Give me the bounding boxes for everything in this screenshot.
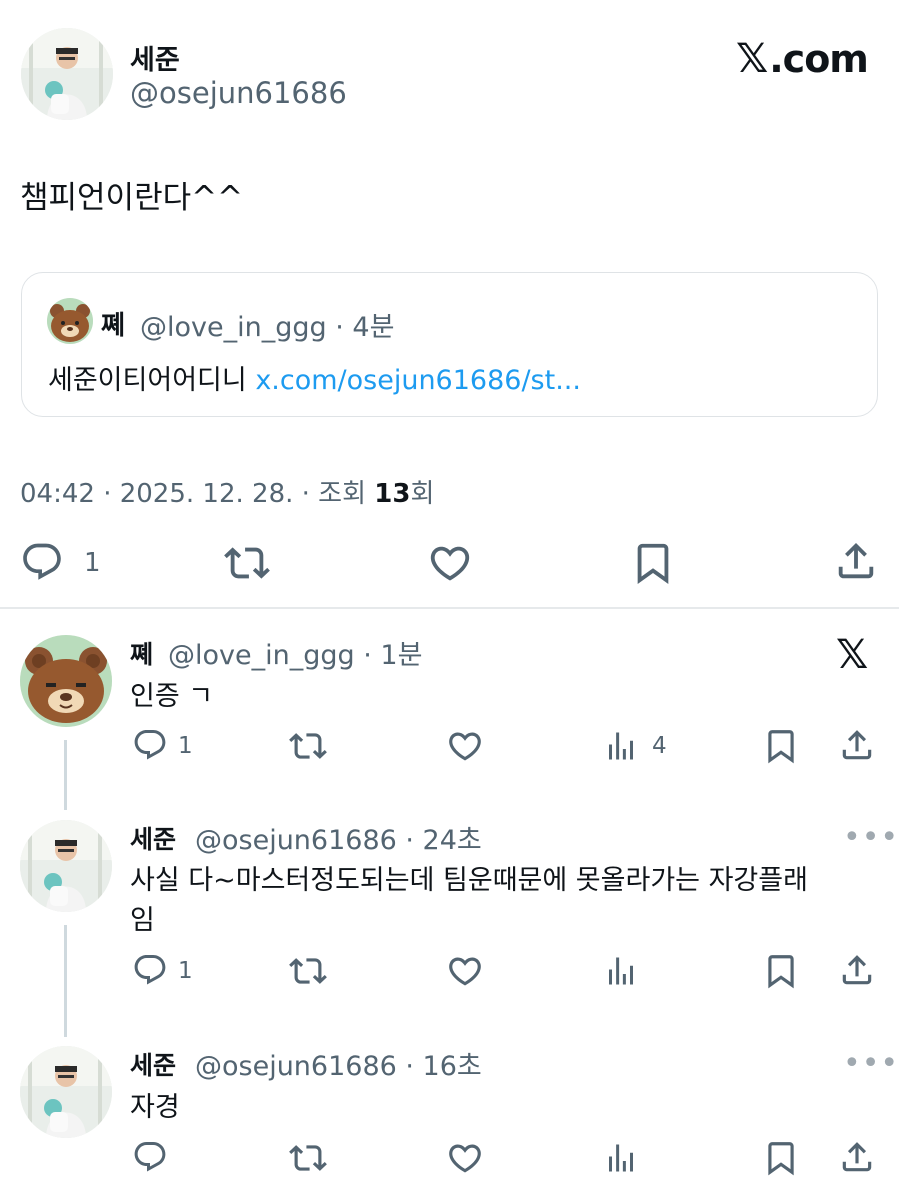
retweet-icon[interactable] (289, 1139, 327, 1177)
x-logo-icon: 𝕏 (836, 632, 869, 678)
bookmark-icon[interactable] (630, 540, 676, 586)
quote-body: 세준이티어어디니 (48, 365, 256, 396)
reply-count: 1 (84, 548, 101, 578)
quote-author-name: 쪠 (101, 311, 125, 341)
tweet-timestamp: 04:42 · 2025. 12. 28. · 조회 13회 (20, 473, 434, 510)
reply-3-name[interactable]: 세준 (130, 1046, 176, 1082)
reply-3-text: 자경 (130, 1092, 180, 1123)
like-icon[interactable] (446, 952, 484, 990)
reply-icon[interactable] (20, 540, 64, 584)
like-icon[interactable] (446, 727, 484, 765)
bookmark-icon[interactable] (762, 727, 800, 765)
reply-icon[interactable] (132, 727, 168, 763)
more-icon[interactable]: ••• (843, 820, 899, 855)
quote-author-meta: @love_in_ggg · 4분 (140, 312, 395, 343)
reply-2-text-line2: 임 (130, 905, 155, 936)
reply-count: 1 (178, 733, 193, 759)
timestamp-text: 04:42 · 2025. 12. 28. · 조회 (20, 479, 375, 509)
reply-1-meta: @love_in_ggg · 1분 (168, 640, 423, 671)
reply-icon[interactable] (132, 952, 168, 988)
reply-1-text: 인증 ㄱ (130, 681, 214, 712)
views-icon[interactable] (603, 728, 639, 764)
reply-1-avatar[interactable] (20, 635, 112, 727)
thread-line (64, 925, 67, 1037)
reply-3-meta: @osejun61686 · 16초 (195, 1051, 482, 1082)
author-avatar[interactable] (21, 28, 113, 120)
views-count: 4 (652, 733, 667, 759)
x-com-logo: 𝕏 .com (736, 36, 869, 82)
author-name[interactable]: 세준 (130, 38, 180, 77)
views-count: 13 (374, 479, 411, 509)
author-handle[interactable]: @osejun61686 (130, 76, 347, 110)
share-icon[interactable] (833, 538, 879, 584)
thread-line (64, 740, 67, 810)
bookmark-icon[interactable] (762, 1139, 800, 1177)
retweet-icon[interactable] (289, 727, 327, 765)
like-icon[interactable] (446, 1139, 484, 1177)
reply-3-avatar[interactable] (20, 1046, 112, 1138)
bookmark-icon[interactable] (762, 952, 800, 990)
reply-1-name[interactable]: 쪠 (130, 635, 153, 671)
reply-2-avatar[interactable] (20, 820, 112, 912)
reply-2-text-line1: 사실 다~마스터정도되는데 팀운때문에 못올라가는 자강플래 (130, 865, 808, 896)
retweet-icon[interactable] (289, 952, 327, 990)
views-icon[interactable] (603, 953, 639, 989)
reply-count: 1 (178, 958, 193, 984)
reply-2-name[interactable]: 세준 (130, 820, 176, 856)
x-logo-icon: 𝕏 (736, 36, 768, 82)
divider (0, 607, 899, 609)
views-suffix: 회 (410, 479, 435, 509)
reply-2-meta: @osejun61686 · 24초 (195, 825, 482, 856)
share-icon[interactable] (838, 1138, 876, 1176)
like-icon[interactable] (427, 540, 473, 586)
share-icon[interactable] (838, 726, 876, 764)
quote-text: 세준이티어어디니 x.com/osejun61686/st... (48, 358, 581, 397)
reply-icon[interactable] (132, 1139, 168, 1175)
quote-link[interactable]: x.com/osejun61686/st... (255, 365, 581, 396)
more-icon[interactable]: ••• (843, 1046, 899, 1081)
views-icon[interactable] (603, 1140, 639, 1176)
share-icon[interactable] (838, 951, 876, 989)
x-com-text: .com (769, 37, 869, 81)
quote-author-avatar (47, 298, 93, 344)
retweet-icon[interactable] (224, 540, 270, 586)
tweet-text: 챔피언이란다^^ (20, 180, 244, 216)
